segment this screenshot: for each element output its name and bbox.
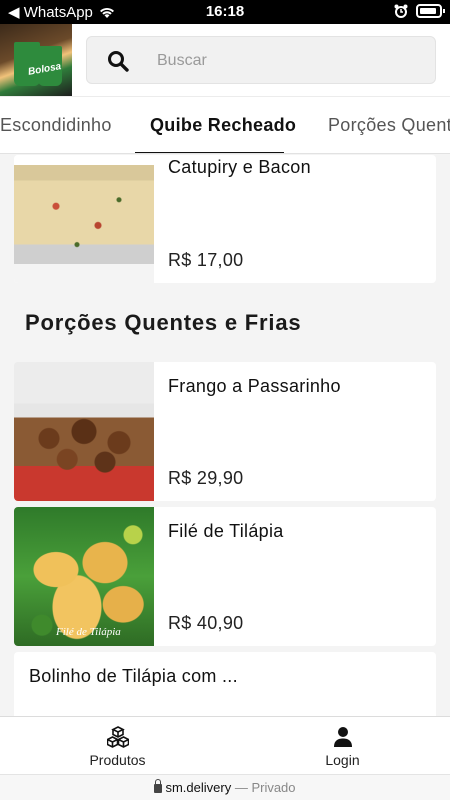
product-image: Filé de Tilápia (14, 507, 154, 646)
product-card[interactable]: Filé de Tilápia Filé de Tilápia R$ 40,90 (14, 507, 436, 646)
battery-icon (416, 4, 445, 18)
url-domain: sm.delivery (165, 780, 232, 795)
product-price: R$ 17,00 (168, 250, 244, 270)
product-price: R$ 40,90 (168, 613, 244, 633)
alarm-icon (394, 4, 408, 18)
app-header: Bolosa (0, 24, 450, 96)
image-caption: Filé de Tilápia (56, 626, 121, 638)
user-icon (334, 727, 352, 747)
product-price: R$ 29,90 (168, 468, 244, 488)
product-name: Bolinho de Tilápia com ... (29, 666, 238, 686)
logo-cup-left (14, 42, 40, 86)
search-icon (108, 51, 129, 72)
product-card[interactable]: Bolinho de Tilápia com ... (14, 652, 436, 722)
product-name: Filé de Tilápia (168, 521, 284, 541)
store-logo[interactable]: Bolosa (0, 24, 72, 96)
nav-label: Produtos (89, 752, 146, 768)
product-image (14, 155, 154, 283)
nav-label: Login (325, 752, 360, 768)
product-card[interactable]: Catupiry e Bacon R$ 17,00 (14, 155, 436, 283)
tab-quibe-recheado[interactable]: Quibe Recheado (150, 115, 296, 136)
search-input[interactable] (157, 49, 417, 73)
section-title: Porções Quentes e Frias (25, 310, 302, 335)
boxes-icon (107, 726, 129, 748)
product-name: Catupiry e Bacon (168, 157, 311, 177)
active-tab-indicator (135, 152, 284, 153)
browser-url-bar[interactable]: sm.delivery — Privado (0, 774, 450, 800)
lock-icon (154, 779, 163, 793)
category-tabs: Escondidinho Quibe Recheado Porções Quen… (0, 96, 450, 154)
tab-porcoes-quentes-e-frias[interactable]: Porções Quentes e Frias (328, 115, 450, 136)
nav-produtos[interactable]: Produtos (5, 717, 230, 775)
tab-escondidinho[interactable]: Escondidinho (0, 115, 112, 136)
product-card[interactable]: Frango a Passarinho R$ 29,90 (14, 362, 436, 501)
clock: 16:18 (205, 3, 245, 20)
url-privacy-label: — Privado (234, 780, 296, 795)
search-bar[interactable] (86, 36, 436, 84)
product-image (14, 362, 154, 501)
nav-login[interactable]: Login (230, 717, 450, 775)
product-name: Frango a Passarinho (168, 376, 341, 396)
status-bar: ◀ WhatsApp 16:18 (0, 0, 450, 24)
bottom-navigation: Produtos Login (0, 716, 450, 774)
